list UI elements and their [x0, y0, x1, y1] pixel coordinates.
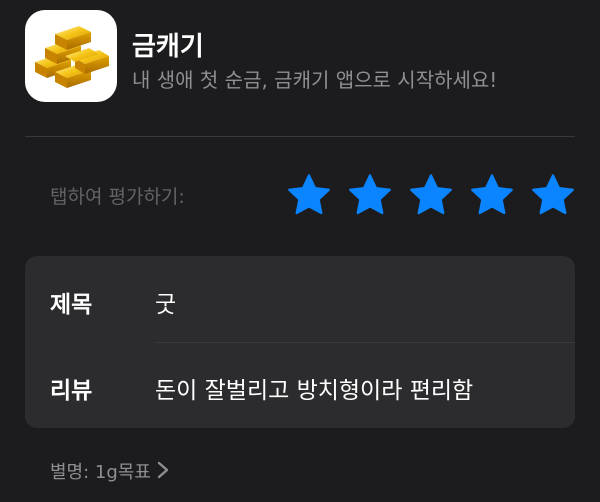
star-icon[interactable]: [286, 172, 332, 218]
app-title: 금캐기: [132, 32, 204, 62]
star-icon[interactable]: [347, 172, 393, 218]
nickname-text: 별명: 1g목표: [50, 462, 151, 483]
star-icon[interactable]: [469, 172, 515, 218]
review-body-field[interactable]: 돈이 잘벌리고 방치형이라 편리함: [155, 371, 473, 405]
review-title-label: 제목: [50, 292, 93, 318]
app-subtitle: 내 생애 첫 순금, 금캐기 앱으로 시작하세요!: [132, 68, 498, 92]
review-title-field[interactable]: 굿: [155, 285, 176, 319]
review-body-label: 리뷰: [50, 378, 93, 404]
chevron-right-icon: [157, 461, 169, 484]
header-divider: [25, 136, 575, 137]
rating-prompt: 탭하여 평가하기:: [50, 186, 185, 208]
review-form: 제목 굿 리뷰 돈이 잘벌리고 방치형이라 편리함: [25, 256, 575, 428]
review-title-row[interactable]: 제목 굿: [25, 256, 575, 342]
gold-bars-icon: [25, 10, 117, 102]
star-rating[interactable]: [286, 172, 576, 218]
star-icon[interactable]: [408, 172, 454, 218]
review-body-row[interactable]: 리뷰 돈이 잘벌리고 방치형이라 편리함: [25, 342, 575, 428]
nickname-link[interactable]: 별명: 1g목표: [50, 458, 169, 484]
app-header: 금캐기 내 생애 첫 순금, 금캐기 앱으로 시작하세요!: [25, 10, 575, 102]
star-icon[interactable]: [530, 172, 576, 218]
